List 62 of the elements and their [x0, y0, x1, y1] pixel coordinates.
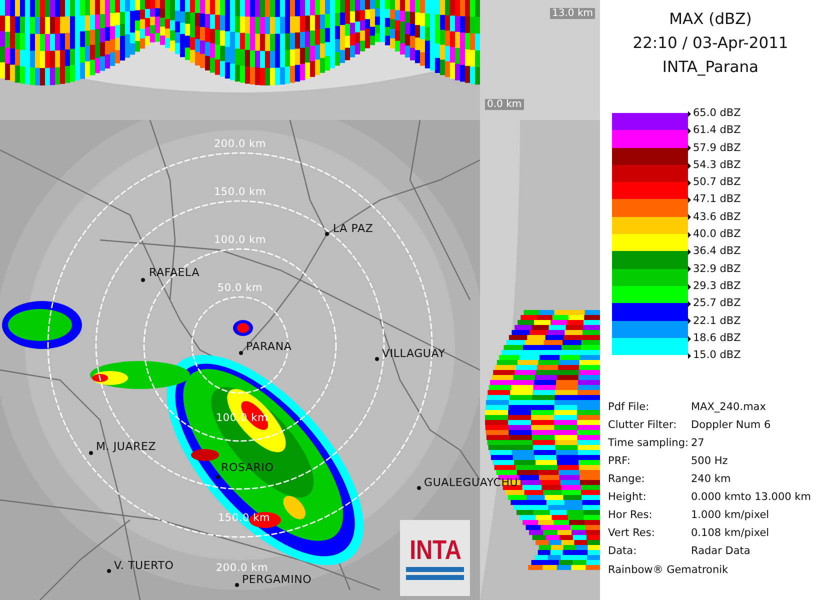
info-value: 240 km	[691, 472, 732, 488]
height-label: 13.0 km	[550, 8, 595, 19]
city-dot-icon	[107, 569, 111, 573]
city-dot-icon	[141, 278, 145, 282]
info-value: MAX_240.max	[691, 400, 767, 416]
station-title: INTA_Parana	[662, 57, 759, 78]
city-label: LA PAZ	[333, 222, 374, 235]
info-label: Time sampling:	[608, 436, 690, 452]
city-dot-icon	[417, 486, 421, 490]
legend-label: 29.3 dBZ	[688, 278, 741, 296]
legend-label: 32.9 dBZ	[688, 260, 741, 278]
city-label: PARANA	[246, 340, 292, 353]
info-value: 27	[691, 436, 706, 452]
legend-label: 40.0 dBZ	[688, 226, 741, 244]
city-label: PERGAMINO	[242, 573, 312, 586]
info-label: Data:	[608, 544, 638, 560]
legend-label: 61.4 dBZ	[688, 122, 741, 140]
legend-label: 36.4 dBZ	[688, 243, 741, 261]
legend-label: 18.6 dBZ	[688, 330, 741, 348]
range-label: 200.0 km	[214, 138, 266, 150]
city-dot-icon	[235, 583, 239, 587]
city-dot-icon	[216, 475, 220, 479]
info-value: Radar Data	[691, 544, 752, 560]
legend-label: 47.1 dBZ	[688, 191, 741, 209]
legend-label: 43.6 dBZ	[688, 208, 741, 226]
legend-label: 22.1 dBZ	[688, 312, 741, 330]
legend-label: 25.7 dBZ	[688, 295, 741, 313]
datetime-title: 22:10 / 03-Apr-2011	[632, 33, 788, 54]
height-label: 0.0 km	[485, 99, 524, 110]
legend-label: 57.9 dBZ	[688, 140, 741, 157]
range-label: 150.0 km	[214, 186, 266, 198]
info-label: Hor Res:	[608, 508, 654, 524]
info-label: Clutter Filter:	[608, 418, 678, 434]
info-value: 0.000 kmto 13.000 km	[691, 490, 812, 506]
info-value: 0.108 km/pixel	[691, 526, 770, 542]
info-value: 500 Hz	[691, 454, 729, 470]
city-label: RAFAELA	[149, 266, 200, 279]
info-label: PRF:	[608, 454, 632, 470]
range-label: 200.0 km	[216, 562, 268, 574]
city-dot-icon	[89, 451, 93, 455]
logo: INTA	[400, 520, 470, 596]
info-label: Height:	[608, 490, 648, 506]
range-label: 100.0 km	[214, 234, 266, 246]
credit-text: Rainbow® Gematronik	[608, 564, 730, 576]
legend-label: 50.7 dBZ	[688, 174, 741, 192]
legend-label: 54.3 dBZ	[688, 156, 741, 174]
city-dot-icon	[325, 232, 329, 236]
city-dot-icon	[239, 351, 243, 355]
legend-label: 65.0 dBZ	[688, 105, 741, 122]
range-label: 50.0 km	[217, 282, 263, 294]
info-value: Doppler Num 6	[691, 418, 772, 434]
city-label: VILLAGUAY	[382, 347, 446, 360]
legend-label: 15.0 dBZ	[688, 347, 741, 364]
info-value: 1.000 km/pixel	[691, 508, 770, 524]
city-label: V. TUERTO	[114, 559, 174, 572]
info-label: Vert Res:	[608, 526, 656, 542]
info-label: Pdf File:	[608, 400, 650, 416]
city-label: ROSARIO	[221, 461, 274, 474]
product-title: MAX (dBZ)	[669, 9, 752, 30]
city-dot-icon	[375, 357, 379, 361]
city-label: M. JUAREZ	[96, 440, 156, 453]
info-label: Range:	[608, 472, 646, 488]
